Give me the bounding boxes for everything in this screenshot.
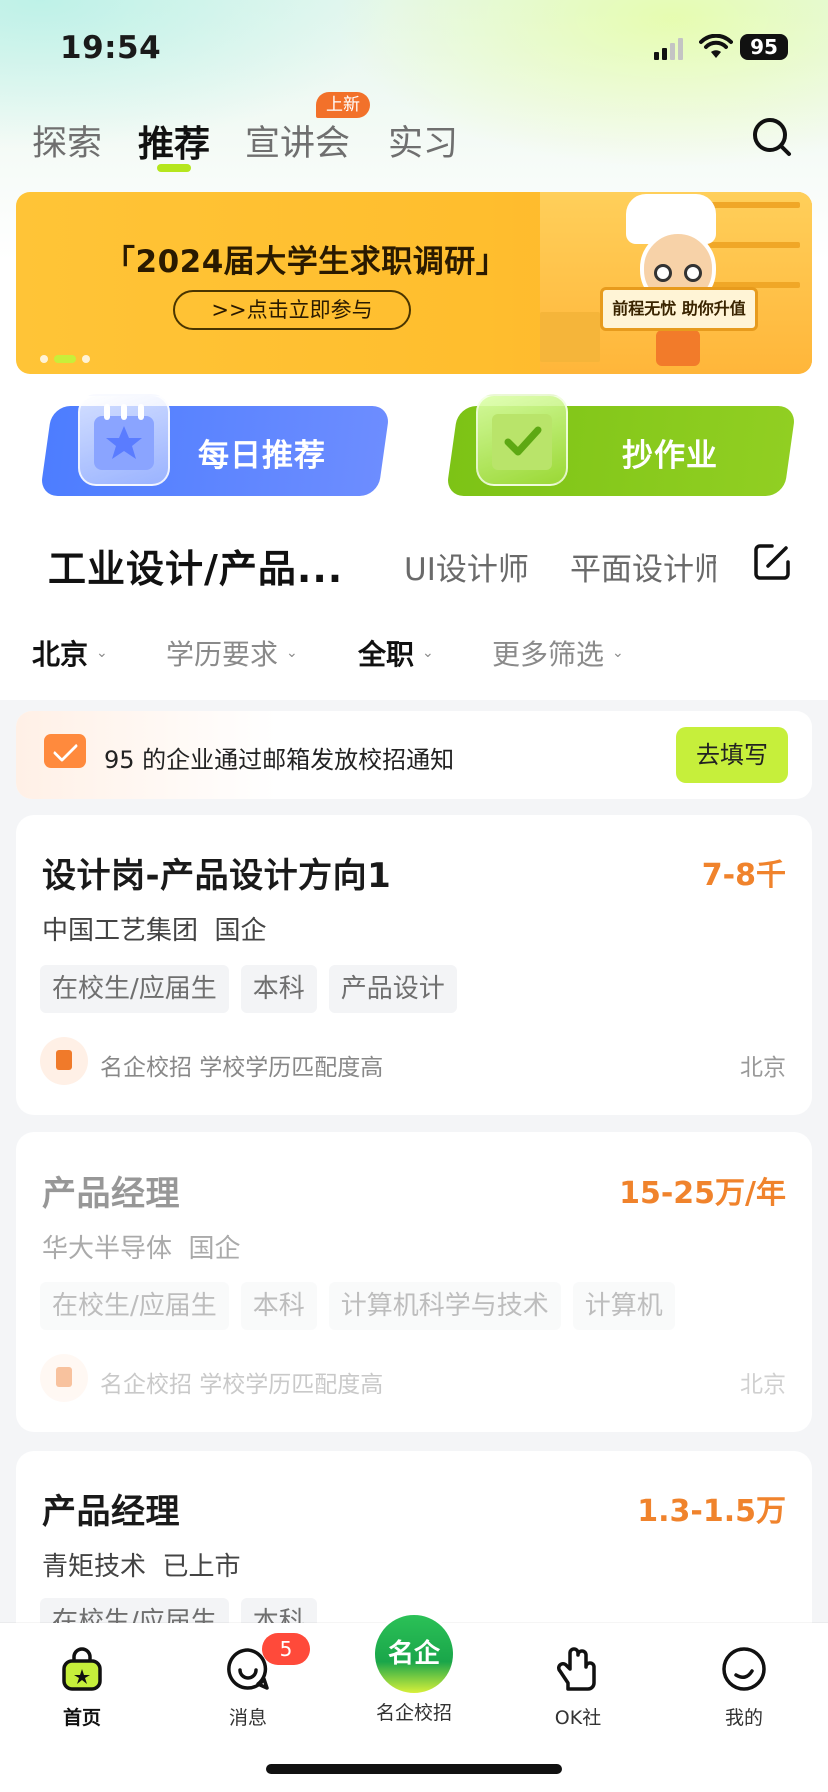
mail-icon (44, 734, 86, 768)
checklist-icon (476, 394, 568, 486)
unread-count-badge: 5 (262, 1633, 310, 1665)
tab-explore[interactable]: 探索 (32, 115, 102, 166)
mascot-sign: 前程无忧 助你升值 (600, 287, 758, 331)
job-city: 北京 (740, 1055, 786, 1081)
cellular-signal-icon (654, 38, 683, 60)
promo-banner[interactable]: 「2024届大学生求职调研」 >>点击立即参与 前程无忧 助你升值 (16, 192, 812, 374)
new-badge: 上新 (316, 92, 370, 118)
edit-icon[interactable] (752, 542, 792, 582)
category-ui-designer[interactable]: UI设计师 (404, 544, 529, 589)
job-company: 中国工艺集团 国企 (42, 916, 267, 946)
nav-mine[interactable]: 我的 (684, 1645, 804, 1730)
nav-messages-label: 消息 (228, 1707, 267, 1729)
job-meta: 名企校招 学校学历匹配度高 (100, 1372, 384, 1398)
nav-famous-label: 名企校招 (375, 1702, 452, 1724)
nav-home[interactable]: 首页 (22, 1645, 142, 1730)
filter-city[interactable]: 北京 ⌄ (32, 633, 108, 673)
bookmark-icon (40, 1037, 88, 1085)
calendar-star-icon (78, 394, 170, 486)
copy-homework-label: 抄作业 (622, 438, 718, 474)
filter-education[interactable]: 学历要求 ⌄ (166, 633, 298, 673)
job-tags: 在校生/应届生 本科 计算机科学与技术 计算机 (40, 1282, 675, 1330)
category-selected[interactable]: 工业设计/产品... (48, 538, 343, 593)
fill-in-button[interactable]: 去填写 (676, 727, 788, 783)
bookmark-icon (40, 1354, 88, 1402)
nav-ok-community[interactable]: OK社 (518, 1645, 638, 1730)
banner-title: 「2024届大学生求职调研」 (104, 244, 508, 280)
wifi-icon (699, 34, 733, 58)
banner-pagination (40, 355, 90, 363)
search-icon[interactable] (750, 115, 794, 159)
job-city: 北京 (740, 1372, 786, 1398)
job-title: 产品经理 (42, 1492, 180, 1532)
job-tag: 在校生/应届生 (40, 965, 229, 1013)
category-graphic-designer[interactable]: 平面设计师 (570, 544, 716, 589)
chevron-down-icon: ⌄ (422, 645, 434, 661)
tab-career-talk[interactable]: 宣讲会 (245, 115, 350, 166)
nav-ok-label: OK社 (554, 1707, 602, 1729)
daily-recommend-label: 每日推荐 (198, 438, 326, 474)
job-company: 青矩技术 已上市 (42, 1552, 241, 1582)
chevron-down-icon: ⌄ (612, 645, 624, 661)
job-title: 产品经理 (42, 1174, 180, 1214)
profile-smile-icon (722, 1647, 766, 1691)
battery-indicator: 95 (740, 34, 788, 60)
job-tag: 本科 (240, 965, 317, 1013)
job-meta: 名企校招 学校学历匹配度高 (100, 1055, 384, 1081)
notice-text: 95 的企业通过邮箱发放校招通知 (104, 746, 455, 774)
chevron-down-icon: ⌄ (96, 645, 108, 661)
home-indicator (266, 1764, 562, 1774)
job-tag: 计算机 (572, 1282, 675, 1330)
chevron-down-icon: ⌄ (286, 645, 298, 661)
job-tags: 在校生/应届生 本科 产品设计 (40, 965, 457, 1013)
famous-company-logo-icon[interactable]: 名企 (372, 1612, 456, 1696)
job-salary: 1.3-1.5万 (637, 1494, 786, 1529)
filter-more[interactable]: 更多筛选 ⌄ (492, 633, 624, 673)
job-company: 华大半导体 国企 (42, 1234, 241, 1264)
job-tag: 计算机科学与技术 (328, 1282, 561, 1330)
job-title: 设计岗-产品设计方向1 (42, 856, 392, 896)
status-time: 19:54 (60, 30, 162, 66)
filter-job-type[interactable]: 全职 ⌄ (358, 633, 434, 673)
job-tag: 本科 (240, 1282, 317, 1330)
nav-home-label: 首页 (62, 1707, 101, 1729)
job-tag: 产品设计 (328, 965, 457, 1013)
tab-recommend[interactable]: 推荐 (138, 115, 210, 167)
banner-join-button[interactable]: >>点击立即参与 (173, 290, 411, 330)
tab-internship[interactable]: 实习 (388, 115, 458, 166)
job-tag: 在校生/应届生 (40, 1282, 229, 1330)
active-tab-indicator (157, 164, 191, 172)
hand-ok-icon (557, 1647, 596, 1691)
banner-illustration: 前程无忧 助你升值 (540, 192, 812, 374)
nav-mine-label: 我的 (724, 1707, 763, 1729)
job-salary: 7-8千 (701, 858, 786, 893)
bag-icon (62, 1647, 102, 1691)
job-salary: 15-25万/年 (619, 1176, 786, 1211)
nav-famous-campus[interactable]: 名企校招 (354, 1698, 474, 1725)
